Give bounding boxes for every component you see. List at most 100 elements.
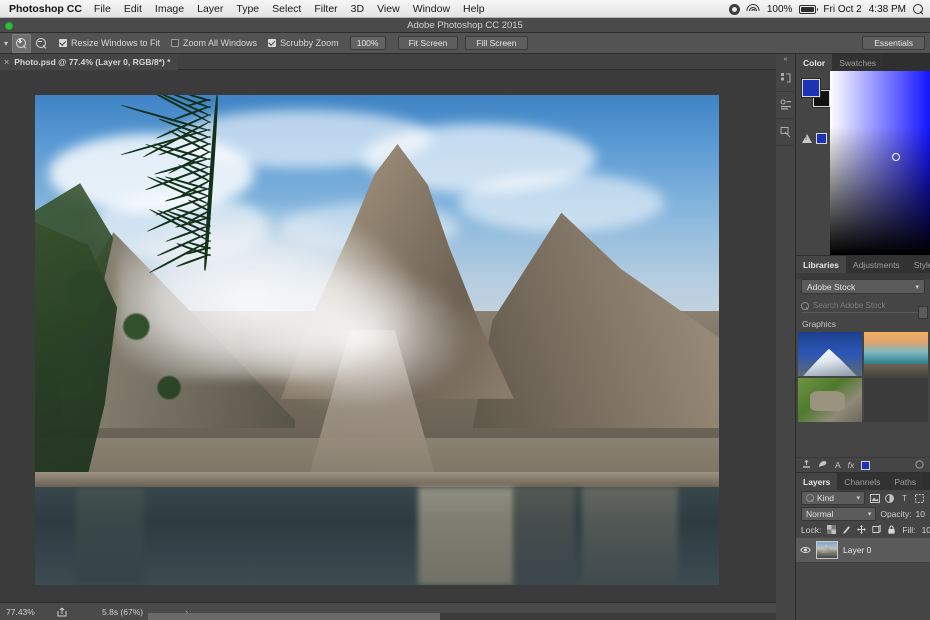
- lake-sunset-thumbnail[interactable]: [864, 332, 928, 376]
- blend-mode-select[interactable]: Normal ▾: [801, 507, 877, 521]
- menu-type[interactable]: Type: [236, 3, 259, 15]
- fit-screen-button[interactable]: Fit Screen: [397, 36, 459, 50]
- document-tab-label: Photo.psd @ 77.4% (Layer 0, RGB/8*) *: [14, 56, 171, 67]
- layer-kind-filter[interactable]: Kind ▾: [801, 491, 865, 505]
- zoom-in-tool-button[interactable]: [12, 33, 31, 53]
- mountain-lake-photo[interactable]: [35, 95, 719, 585]
- mountain-peak-thumbnail[interactable]: [798, 332, 862, 376]
- lock-all-icon[interactable]: [887, 525, 896, 534]
- library-search-field[interactable]: Search Adobe Stock: [801, 299, 925, 313]
- menu-file[interactable]: File: [94, 3, 111, 15]
- status-bar: 77.43% 5.8s (67%) ›: [0, 602, 776, 620]
- libraries-panel-tabs: Libraries Adjustments Styles: [796, 256, 930, 273]
- layer-row[interactable]: Layer 0: [796, 537, 930, 563]
- menu-select[interactable]: Select: [272, 3, 301, 15]
- library-view-toggle[interactable]: [918, 306, 928, 319]
- battery-icon[interactable]: [799, 4, 819, 14]
- color-icon[interactable]: [818, 460, 828, 471]
- actions-icon[interactable]: [776, 119, 796, 146]
- opacity-value[interactable]: 10: [916, 509, 925, 519]
- close-icon[interactable]: ×: [4, 57, 9, 67]
- character-style-icon[interactable]: A: [835, 460, 841, 470]
- lock-row: Lock: Fill: 10: [796, 522, 930, 537]
- canvas-area[interactable]: [0, 70, 776, 602]
- rock-moss-thumbnail[interactable]: [798, 378, 862, 422]
- libraries-panel: Adobe Stock ▾ Search Adobe Stock Graphic…: [796, 279, 930, 472]
- lock-image-icon[interactable]: [842, 525, 851, 534]
- library-select[interactable]: Adobe Stock ▾: [801, 279, 925, 294]
- right-panel-column: Color Swatches Libraries Adjustments Sty…: [796, 54, 930, 620]
- checkbox-checked-icon[interactable]: [268, 39, 277, 47]
- menu-image[interactable]: Image: [155, 3, 184, 15]
- tab-paths[interactable]: Paths: [887, 473, 924, 490]
- shape-filter-icon[interactable]: [914, 493, 925, 504]
- lock-position-icon[interactable]: [857, 525, 867, 534]
- color-swatch-icon[interactable]: [861, 460, 871, 470]
- battery-percent-label: 100%: [766, 3, 793, 15]
- menu-edit[interactable]: Edit: [124, 3, 142, 15]
- menu-view[interactable]: View: [377, 3, 400, 15]
- tab-color[interactable]: Color: [796, 54, 833, 71]
- share-icon[interactable]: [52, 607, 72, 617]
- properties-icon[interactable]: [776, 92, 796, 119]
- os-menu-bar: Photoshop CC File Edit Image Layer Type …: [0, 0, 930, 18]
- horizontal-scrollbar[interactable]: [148, 613, 776, 620]
- tab-layers[interactable]: Layers: [796, 473, 838, 490]
- fill-screen-button[interactable]: Fill Screen: [465, 36, 528, 50]
- empty-thumbnail[interactable]: [864, 378, 928, 422]
- foreground-background-swatches[interactable]: [802, 79, 830, 107]
- menu-3d[interactable]: 3D: [351, 3, 364, 15]
- os-app-name[interactable]: Photoshop CC: [9, 3, 82, 15]
- tab-libraries[interactable]: Libraries: [796, 256, 846, 273]
- sync-icon[interactable]: [915, 459, 924, 471]
- spotlight-search-icon[interactable]: [913, 3, 924, 15]
- history-icon[interactable]: [776, 65, 796, 92]
- type-filter-icon[interactable]: T: [899, 493, 910, 504]
- menu-filter[interactable]: Filter: [314, 3, 337, 15]
- checkbox-unchecked-icon[interactable]: [171, 39, 180, 47]
- zoom-percent-field[interactable]: 100%: [349, 36, 386, 50]
- scrubby-zoom-option[interactable]: Scrubby Zoom: [268, 38, 339, 48]
- graphics-section-label: Graphics: [802, 319, 837, 329]
- resize-windows-to-fit-option[interactable]: Resize Windows to Fit: [59, 38, 160, 48]
- color-ramp[interactable]: [830, 71, 930, 255]
- adjustment-filter-icon[interactable]: [884, 493, 895, 504]
- collapsed-panel-dock: «: [776, 54, 796, 620]
- document-tab[interactable]: × Photo.psd @ 77.4% (Layer 0, RGB/8*) *: [0, 53, 179, 70]
- menu-layer[interactable]: Layer: [197, 3, 223, 15]
- status-zoom-level[interactable]: 77.43%: [0, 607, 52, 617]
- fill-value[interactable]: 10: [922, 525, 930, 535]
- lock-artboard-icon[interactable]: [872, 525, 881, 534]
- tab-styles[interactable]: Styles: [906, 256, 930, 273]
- tab-adjustments[interactable]: Adjustments: [845, 256, 907, 273]
- layer-visibility-icon[interactable]: [800, 545, 811, 556]
- out-of-gamut-warning[interactable]: [802, 133, 827, 144]
- foreground-color-swatch[interactable]: [802, 79, 820, 97]
- checkbox-checked-icon[interactable]: [59, 39, 67, 47]
- magnifier-plus-icon: [16, 37, 27, 49]
- menu-window[interactable]: Window: [413, 3, 450, 15]
- dropbox-icon[interactable]: [728, 3, 740, 15]
- wifi-icon[interactable]: [746, 4, 760, 14]
- gamut-substitute-swatch[interactable]: [816, 133, 827, 144]
- menu-help[interactable]: Help: [463, 3, 485, 15]
- tab-swatches[interactable]: Swatches: [832, 54, 884, 71]
- lock-transparent-icon[interactable]: [827, 525, 837, 534]
- pixel-filter-icon[interactable]: [869, 493, 880, 504]
- graphics-thumbnail-grid: [796, 332, 930, 422]
- search-icon: [801, 301, 809, 310]
- add-content-icon[interactable]: [802, 459, 811, 471]
- scrollbar-thumb[interactable]: [148, 613, 440, 620]
- chevron-down-icon[interactable]: ▾: [0, 39, 12, 48]
- zoom-all-windows-option[interactable]: Zoom All Windows: [171, 38, 257, 48]
- tab-channels[interactable]: Channels: [837, 473, 888, 490]
- color-picker-handle[interactable]: [892, 153, 900, 161]
- layer-name[interactable]: Layer 0: [843, 545, 871, 555]
- window-zoom-button[interactable]: [5, 22, 13, 30]
- layer-style-icon[interactable]: fx: [848, 460, 855, 470]
- workspace-switcher-button[interactable]: Essentials: [862, 36, 925, 50]
- expand-panels-icon[interactable]: «: [776, 54, 795, 65]
- zoom-out-tool-button[interactable]: [32, 34, 51, 53]
- blend-opacity-row: Normal ▾ Opacity: 10: [796, 506, 930, 522]
- options-bar: ▾ Resize Windows to Fit Zoom All Windows…: [0, 33, 930, 54]
